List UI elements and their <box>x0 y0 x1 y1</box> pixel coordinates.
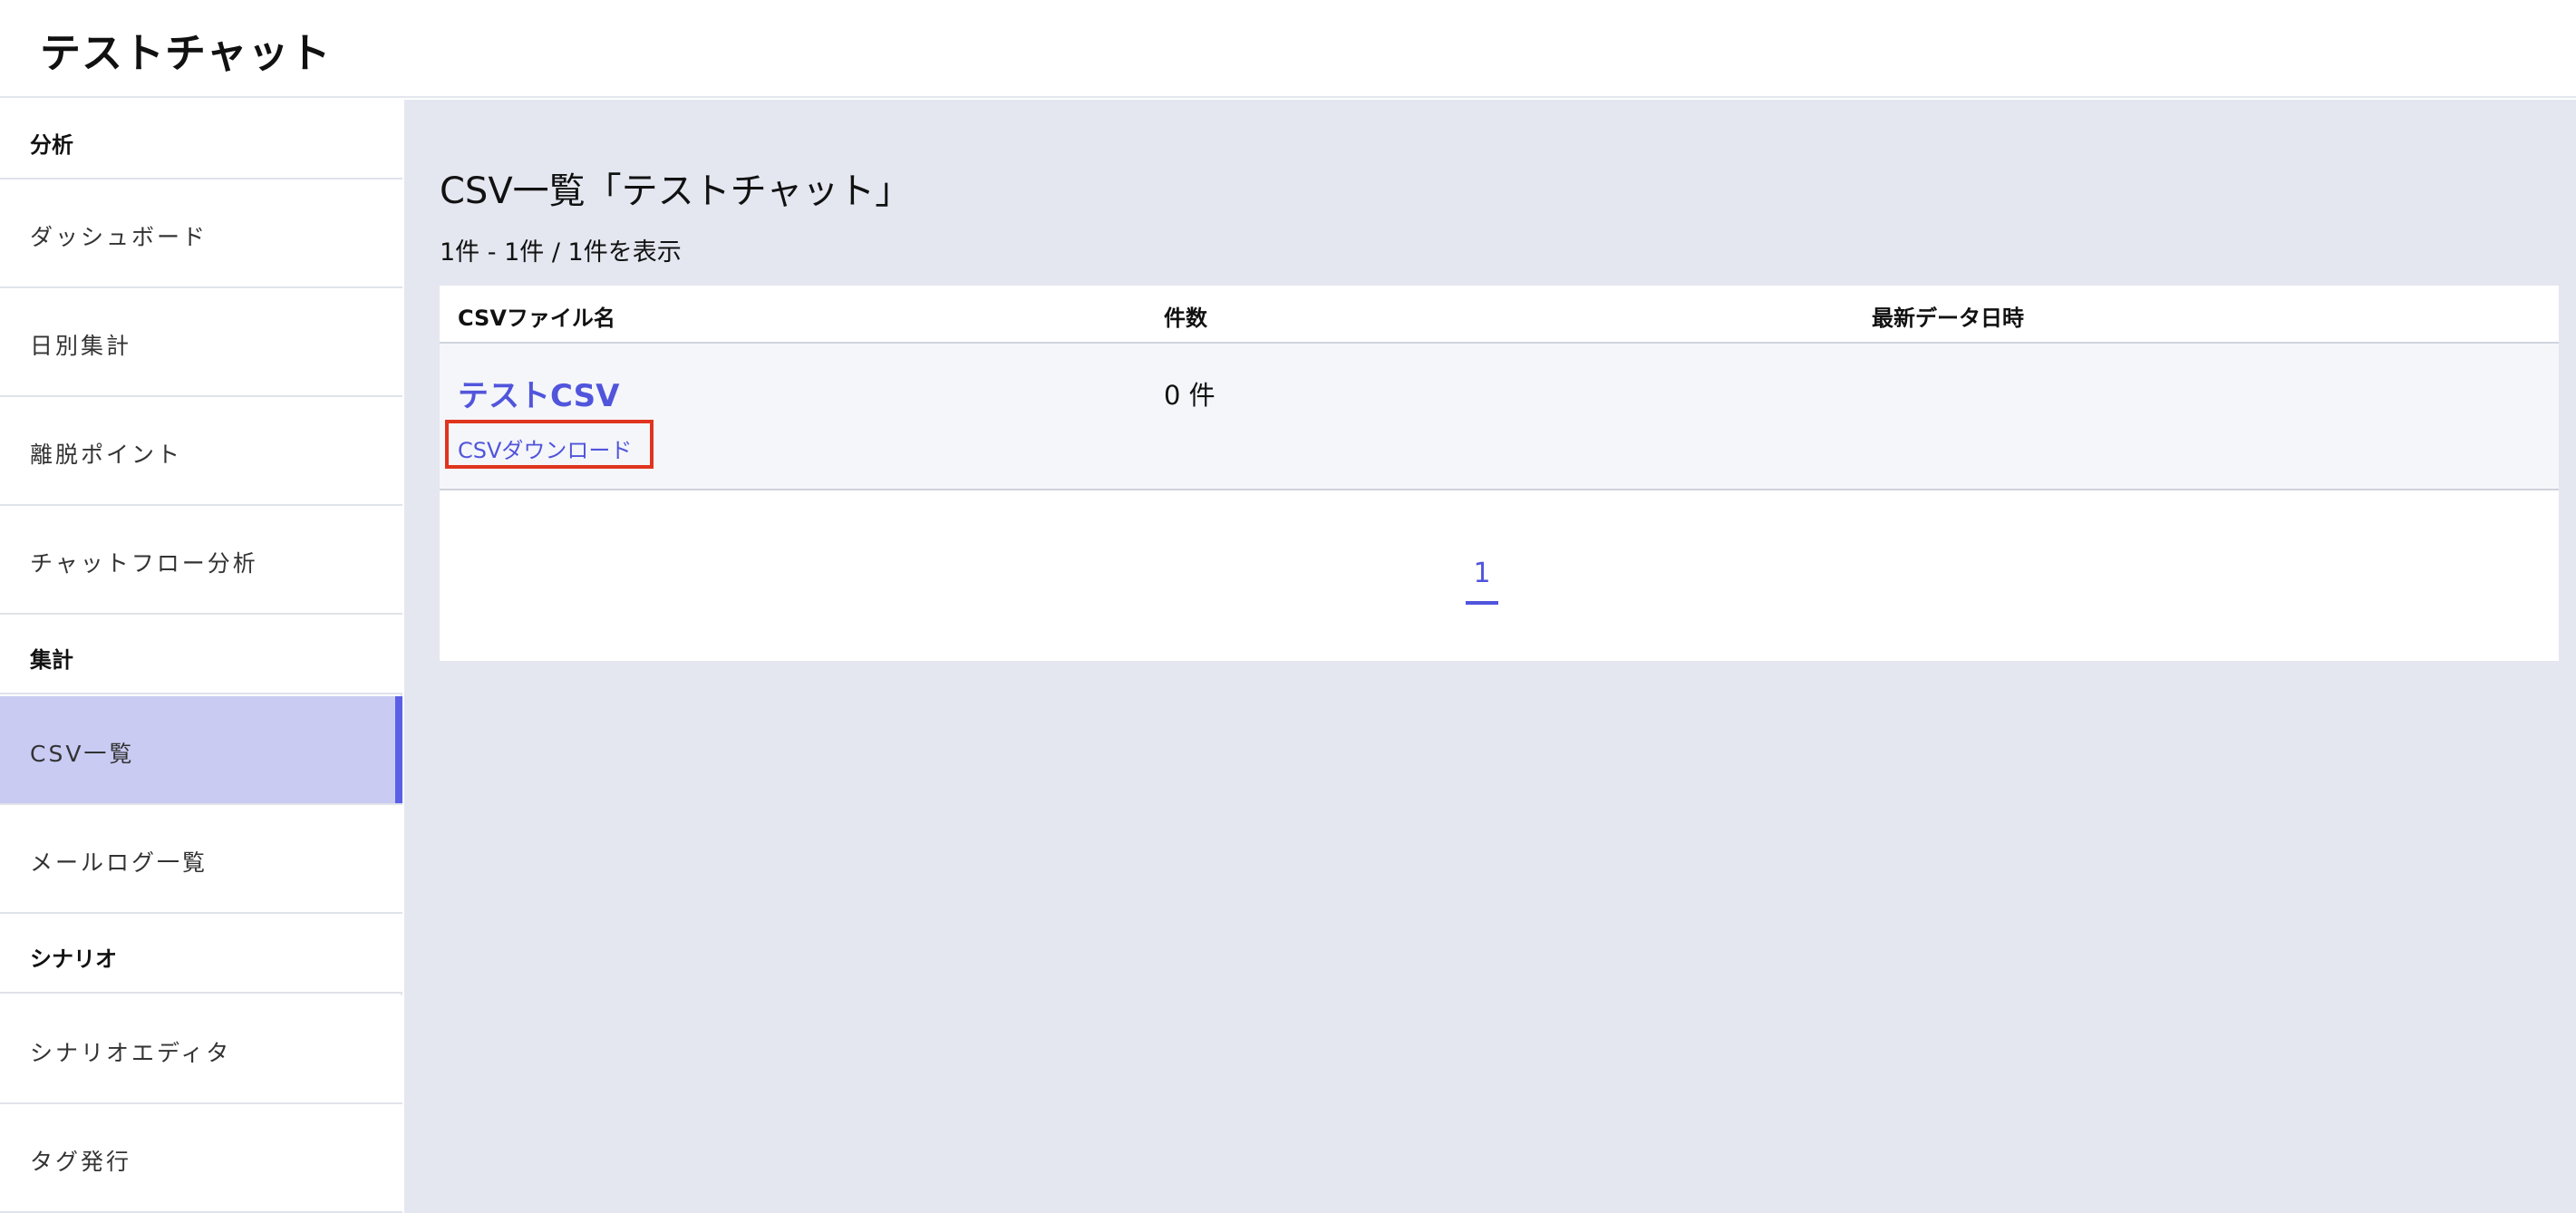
sidebar-item-chat-flow-analysis[interactable]: チャットフロー分析 <box>0 506 402 615</box>
sidebar-item-dashboard[interactable]: ダッシュボード <box>0 180 402 288</box>
sidebar-item-label: 日別集計 <box>30 333 132 359</box>
sidebar-section-scenario: シナリオ <box>0 914 402 994</box>
table-header: CSVファイル名 件数 最新データ日時 <box>440 286 2559 344</box>
sidebar-section-analysis: 分析 <box>0 100 402 180</box>
sidebar-section-aggregation: 集計 <box>0 615 402 694</box>
column-header-file-name: CSVファイル名 <box>458 306 615 331</box>
sidebar-item-daily-summary[interactable]: 日別集計 <box>0 288 402 397</box>
sidebar-section-label: 分析 <box>30 132 73 158</box>
sidebar-section-label: シナリオ <box>30 946 117 972</box>
sidebar-item-label: チャットフロー分析 <box>30 550 258 577</box>
sidebar-item-label: タグ発行 <box>30 1149 132 1175</box>
sidebar-item-label: シナリオエディタ <box>30 1040 232 1066</box>
csv-table: CSVファイル名 件数 最新データ日時 テストCSV CSVダウンロード 0 件… <box>440 286 2559 661</box>
pagination-current-indicator <box>1466 601 1498 605</box>
app-header: テストチャット <box>0 0 2576 98</box>
app-title: テストチャット <box>40 29 332 77</box>
csv-download-link[interactable]: CSVダウンロード <box>445 420 654 469</box>
sidebar-section-label: 集計 <box>30 647 73 673</box>
result-count: 1件 - 1件 / 1件を表示 <box>440 238 682 267</box>
column-header-count: 件数 <box>1164 306 1207 331</box>
pagination-page-label: 1 <box>1473 558 1491 589</box>
pagination-page-1[interactable]: 1 <box>1464 558 1500 605</box>
main-content: CSV一覧「テストチャット」 1件 - 1件 / 1件を表示 CSVファイル名 … <box>404 100 2576 1213</box>
csv-download-label: CSVダウンロード <box>458 438 633 463</box>
sidebar-item-csv-list[interactable]: CSV一覧 <box>0 696 402 805</box>
record-count: 0 件 <box>1164 380 1215 411</box>
table-row: テストCSV CSVダウンロード 0 件 <box>440 344 2559 490</box>
sidebar-item-exit-points[interactable]: 離脱ポイント <box>0 397 402 506</box>
sidebar-item-label: メールログ一覧 <box>30 849 208 876</box>
sidebar-item-mail-log-list[interactable]: メールログ一覧 <box>0 805 402 914</box>
sidebar-item-label: 離脱ポイント <box>30 442 183 468</box>
sidebar: 分析 ダッシュボード 日別集計 離脱ポイント チャットフロー分析 集計 CSV一… <box>0 100 402 1213</box>
sidebar-item-tag-issue[interactable]: タグ発行 <box>0 1104 402 1213</box>
column-header-latest-date: 最新データ日時 <box>1872 306 2024 331</box>
sidebar-item-label: ダッシュボード <box>30 224 208 250</box>
csv-file-link[interactable]: テストCSV <box>458 371 619 415</box>
sidebar-item-scenario-editor[interactable]: シナリオエディタ <box>0 995 402 1104</box>
sidebar-item-label: CSV一覧 <box>30 741 135 767</box>
page-title: CSV一覧「テストチャット」 <box>440 170 912 212</box>
